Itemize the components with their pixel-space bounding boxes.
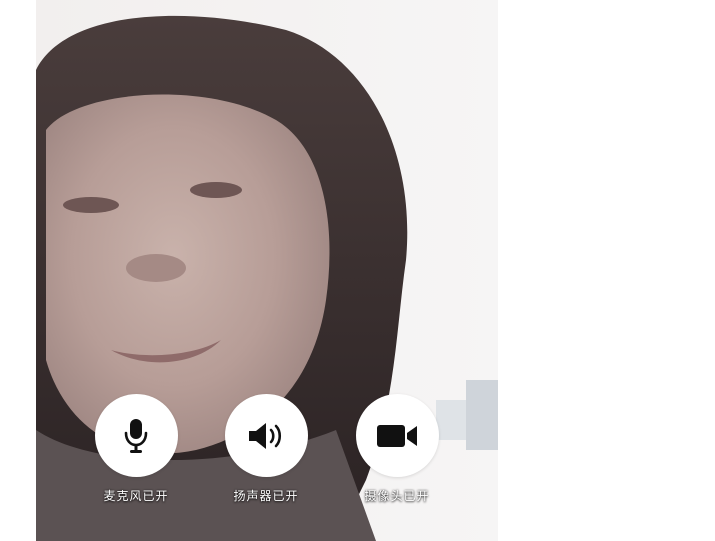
camera-control: 摄像头已开 (337, 394, 457, 504)
speaker-toggle-button[interactable] (224, 394, 308, 477)
microphone-icon (124, 418, 148, 453)
camera-status-label: 摄像头已开 (364, 489, 430, 503)
video-call-screen: 麦克风已开 扬声器已开 摄像头已开 (0, 0, 715, 541)
camera-toggle-button[interactable] (355, 394, 439, 477)
speaker-icon (249, 422, 282, 449)
call-controls: 麦克风已开 扬声器已开 摄像头已开 (36, 394, 498, 514)
speaker-control: 扬声器已开 (206, 394, 326, 504)
speaker-status-label: 扬声器已开 (233, 489, 299, 503)
mic-toggle-button[interactable] (94, 394, 178, 477)
mic-control: 麦克风已开 (76, 394, 196, 504)
video-camera-icon (377, 424, 417, 447)
mic-status-label: 麦克风已开 (103, 489, 169, 503)
